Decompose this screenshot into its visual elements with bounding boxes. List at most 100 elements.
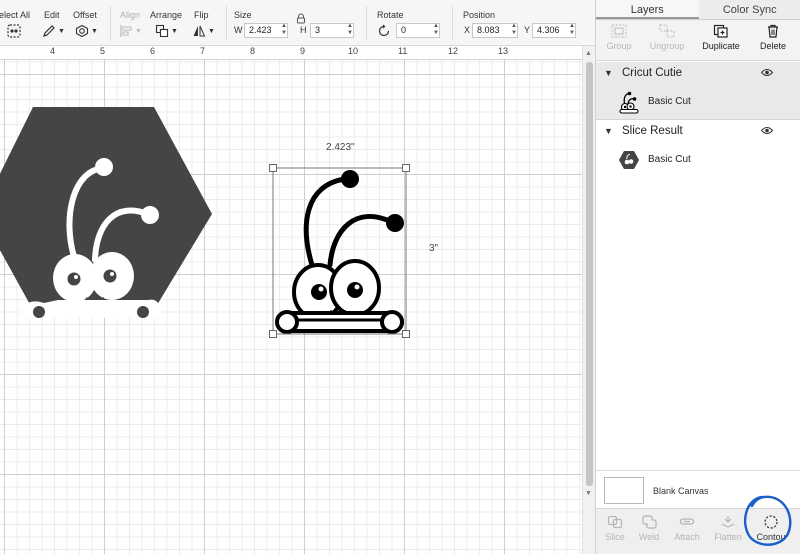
group-button[interactable]: Group [596,24,642,51]
divider [110,6,111,40]
eye-icon[interactable] [760,68,774,80]
ruler-tick: 7 [200,46,206,56]
divider [452,6,453,40]
layer-actions: Group Ungroup Duplicate Delete [596,20,800,61]
slice-result-hexagon[interactable] [0,107,212,318]
edit-tool[interactable]: Edit ▼ [38,0,68,46]
resize-handle [269,330,277,338]
ruler-tick: 10 [348,46,359,56]
height-label: H [300,25,307,35]
blank-canvas-swatch[interactable] [604,477,644,504]
select-all-icon [7,23,21,39]
design-canvas[interactable]: 2.423" 3" [0,60,582,554]
y-position-stepper[interactable]: ▲ ▼ [569,23,575,38]
flip-label: Flip [194,10,209,20]
edit-toolbar: elect All Edit ▼ Offset ▼ Align ▼ Arrang… [0,0,595,46]
x-label: X [464,25,471,35]
paperclip-icon [679,518,695,525]
layer-bottom-actions: Slice Weld Attach Flatten Contou [596,495,800,554]
bug-thumbnail-icon [618,90,640,117]
duplicate-button[interactable]: Duplicate [698,24,744,51]
layer-operation-label: Basic Cut [648,96,691,107]
offset-icon: ▼ [75,23,98,39]
blank-canvas-label: Blank Canvas [653,486,709,496]
size-group: Size W 2.423 ▲ ▼ H 3 ▲ ▼ [228,0,356,46]
rotate-stepper[interactable]: ▲ ▼ [433,23,439,38]
arrange-tool[interactable]: Arrange ▼ [148,0,184,46]
weld-label: Weld [638,532,660,542]
delete-label: Delete [759,41,786,51]
arrange-icon: ▼ [155,23,178,39]
chevron-down-icon[interactable]: ▼ [604,126,613,136]
group-label: Group [606,41,632,51]
ruler-tick: 6 [150,46,156,56]
chevron-down-icon: ▼ [58,27,65,35]
width-dimension-label: 2.423" [326,142,355,153]
resize-handle [269,164,277,172]
ungroup-label: Ungroup [649,41,685,51]
arrange-label: Arrange [150,10,183,20]
layer-item[interactable]: Basic Cut [596,144,800,177]
weld-button[interactable]: Weld [630,515,668,542]
resize-handle [402,164,410,172]
width-label: W [234,25,243,35]
slice-button[interactable]: Slice [596,515,634,542]
ruler-tick: 8 [250,46,256,56]
width-stepper[interactable]: ▲ ▼ [281,23,287,38]
ungroup-button[interactable]: Ungroup [644,24,690,51]
scrollbar-thumb[interactable] [586,62,593,486]
ungroup-icon [659,24,675,38]
select-all-label: elect All [0,10,31,20]
scroll-down-arrow-icon[interactable]: ▼ [585,490,592,497]
height-stepper[interactable]: ▲ ▼ [347,23,353,38]
canvas-artwork [0,107,410,338]
position-label: Position [463,10,496,20]
align-label: Align [120,10,141,20]
delete-button[interactable]: Delete [750,24,796,51]
select-all-tool[interactable]: elect All [0,0,36,46]
eye-icon[interactable] [760,126,774,138]
layer-group-header[interactable]: ▼ Slice Result [596,120,800,144]
edit-label: Edit [44,10,60,20]
layer-group-cricut-cutie[interactable]: ▼ Cricut Cutie Basic Cut [596,62,800,120]
attach-button[interactable]: Attach [668,515,706,542]
weld-icon [642,515,657,529]
align-tool[interactable]: Align ▼ [116,0,144,46]
tab-color-sync[interactable]: Color Sync [699,0,800,19]
cricut-cutie-bug[interactable] [275,170,404,334]
chevron-down-icon: ▼ [208,27,215,35]
divider [226,6,227,40]
canvas-vertical-scrollbar[interactable]: ▲ ▼ [582,46,595,554]
panel-tabs: Layers Color Sync [596,0,800,20]
flip-icon: ▼ [192,23,215,39]
layer-group-name: Slice Result [622,125,683,137]
rotate-label: Rotate [377,10,404,20]
layers-panel: Layers Color Sync Group Ungroup Duplicat… [595,0,800,554]
chevron-down-icon[interactable]: ▼ [604,68,613,78]
layer-item[interactable]: Basic Cut [596,86,800,119]
flatten-icon [721,516,735,528]
chevron-down-icon: ▼ [135,27,142,35]
ruler-tick: 5 [100,46,106,56]
trash-icon [768,24,778,38]
x-position-stepper[interactable]: ▲ ▼ [511,23,517,38]
layer-group-header[interactable]: ▼ Cricut Cutie [596,62,800,86]
layer-group-slice-result[interactable]: ▼ Slice Result Basic Cut [596,120,800,177]
layer-group-name: Cricut Cutie [622,67,683,79]
resize-handle [402,330,410,338]
horizontal-ruler: 4 5 6 7 8 9 10 11 12 13 [0,46,582,60]
design-space-app: elect All Edit ▼ Offset ▼ Align ▼ Arrang… [0,0,800,554]
offset-tool[interactable]: Offset ▼ [70,0,104,46]
flip-tool[interactable]: Flip ▼ [188,0,216,46]
position-group: Position X 8.083 ▲ ▼ Y 4.306 ▲ ▼ [458,0,578,46]
flatten-label: Flatten [714,532,742,542]
scroll-up-arrow-icon[interactable]: ▲ [585,50,592,57]
tab-layers[interactable]: Layers [596,0,699,19]
ruler-tick: 11 [398,46,408,56]
slice-icon [607,515,623,529]
height-dimension-label: 3" [429,243,439,254]
duplicate-label: Duplicate [702,41,740,51]
size-label: Size [234,10,252,20]
attach-label: Attach [674,532,700,542]
chevron-down-icon: ▼ [171,27,178,35]
